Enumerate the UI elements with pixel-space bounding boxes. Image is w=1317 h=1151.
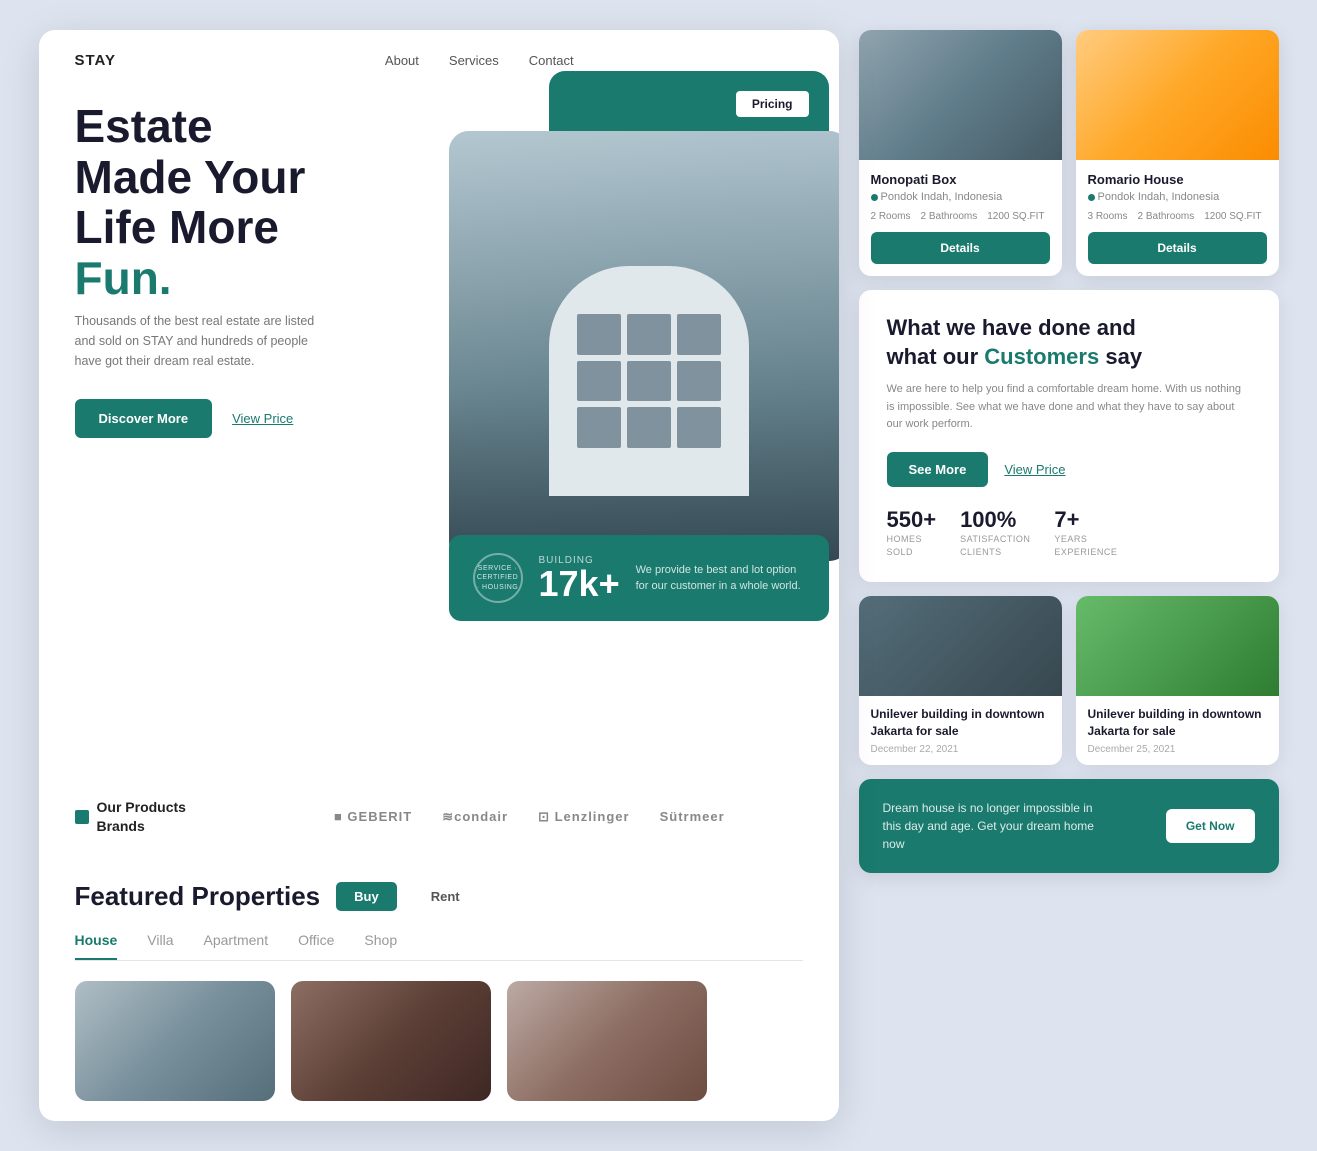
listing-card-romario: Romario House Pondok Indah, Indonesia 3 …	[1076, 30, 1279, 276]
property-card-1	[75, 981, 275, 1101]
property-card-img-3	[507, 981, 707, 1101]
property-card-img-1	[75, 981, 275, 1101]
listing-specs-monopati: 2 Rooms 2 Bathrooms 1200 SQ.FIT	[871, 211, 1050, 222]
stat-satisfaction: 100% SATISFACTIONCLIENTS	[960, 507, 1030, 558]
customers-buttons: See More View Price	[887, 452, 1251, 487]
stat-number-homes: 550+	[887, 507, 937, 533]
news-cards-row: Unilever building in downtown Jakarta fo…	[859, 596, 1279, 765]
listing-card-monopati: Monopati Box Pondok Indah, Indonesia 2 R…	[859, 30, 1062, 276]
news-title-1: Unilever building in downtown Jakarta fo…	[871, 706, 1050, 740]
cta-text: Dream house is no longer impossible in t…	[883, 799, 1103, 853]
news-body-2: Unilever building in downtown Jakarta fo…	[1076, 696, 1279, 765]
hero-buttons: Discover More View Price	[75, 399, 375, 438]
stats-bar: SERVICE · CERTIFIED · HOUSING BUILDING 1…	[449, 535, 829, 621]
listing-specs-romario: 3 Rooms 2 Bathrooms 1200 SQ.FIT	[1088, 211, 1267, 222]
news-img-1	[859, 596, 1062, 696]
nav-about[interactable]: About	[385, 53, 419, 68]
details-button-romario[interactable]: Details	[1088, 232, 1267, 264]
brands-header: Our ProductsBrands ■ GEBERIT ≋condair ⊡ …	[75, 798, 803, 834]
featured-header: Featured Properties Buy Rent	[75, 881, 803, 912]
nav-logo: STAY	[75, 52, 117, 69]
news-body-1: Unilever building in downtown Jakarta fo…	[859, 696, 1062, 765]
rent-tab-button[interactable]: Rent	[413, 882, 478, 911]
stats-badge: SERVICE · CERTIFIED · HOUSING	[473, 553, 523, 603]
get-now-button[interactable]: Get Now	[1166, 809, 1255, 843]
brand-geberit: ■ GEBERIT	[334, 809, 412, 824]
nav-links: About Services Contact	[156, 53, 802, 68]
listing-location-monopati: Pondok Indah, Indonesia	[871, 191, 1050, 203]
listing-body-romario: Romario House Pondok Indah, Indonesia 3 …	[1076, 160, 1279, 276]
property-card-2	[291, 981, 491, 1101]
view-price-button[interactable]: View Price	[1004, 462, 1065, 477]
nav-contact[interactable]: Contact	[529, 53, 574, 68]
cat-apartment[interactable]: Apartment	[204, 932, 269, 960]
brand-siltrmeer: Sütrmeer	[660, 809, 725, 824]
hero-image-block: Pricing	[409, 71, 839, 631]
stats-desc: We provide te best and lot option for ou…	[636, 562, 805, 595]
featured-title: Featured Properties	[75, 881, 321, 912]
stats-number-block: BUILDING 17k+	[539, 555, 620, 602]
stat-number-satisfaction: 100%	[960, 507, 1030, 533]
news-img-2	[1076, 596, 1279, 696]
listing-body-monopati: Monopati Box Pondok Indah, Indonesia 2 R…	[859, 160, 1062, 276]
buy-tab-button[interactable]: Buy	[336, 882, 397, 911]
right-panel: Monopati Box Pondok Indah, Indonesia 2 R…	[859, 30, 1279, 1121]
featured-section: Featured Properties Buy Rent House Villa…	[39, 871, 839, 1121]
location-dot-2	[1088, 194, 1095, 201]
customers-stats-row: 550+ HOMESSOLD 100% SATISFACTIONCLIENTS …	[887, 507, 1251, 558]
listing-name-romario: Romario House	[1088, 172, 1267, 187]
cat-office[interactable]: Office	[298, 932, 334, 960]
pricing-badge: Pricing	[736, 91, 809, 117]
brands-section: Our ProductsBrands ■ GEBERIT ≋condair ⊡ …	[39, 788, 839, 870]
stats-badge-text: SERVICE · CERTIFIED · HOUSING	[475, 564, 521, 591]
stat-label-experience: YEARSEXPERIENCE	[1054, 533, 1117, 558]
brands-title: Our ProductsBrands	[97, 798, 186, 834]
brand-lenzlinger: ⊡ Lenzlinger	[538, 809, 630, 825]
news-date-1: December 22, 2021	[871, 744, 1050, 755]
stat-homes-sold: 550+ HOMESSOLD	[887, 507, 937, 558]
top-listing-cards-row: Monopati Box Pondok Indah, Indonesia 2 R…	[859, 30, 1279, 276]
customers-desc: We are here to help you find a comfortab…	[887, 381, 1251, 434]
news-date-2: December 25, 2021	[1088, 744, 1267, 755]
stat-label-homes: HOMESSOLD	[887, 533, 937, 558]
stats-number: 17k+	[539, 566, 620, 602]
news-title-2: Unilever building in downtown Jakarta fo…	[1088, 706, 1267, 740]
property-card-img-2	[291, 981, 491, 1101]
stat-label-satisfaction: SATISFACTIONCLIENTS	[960, 533, 1030, 558]
brands-logos: ■ GEBERIT ≋condair ⊡ Lenzlinger Sütrmeer	[334, 809, 725, 825]
news-card-2: Unilever building in downtown Jakarta fo…	[1076, 596, 1279, 765]
category-tabs: House Villa Apartment Office Shop	[75, 932, 803, 961]
customers-title: What we have done and what our Customers…	[887, 314, 1251, 371]
see-more-button[interactable]: See More	[887, 452, 989, 487]
building-image	[449, 131, 839, 561]
brand-condair: ≋condair	[442, 809, 508, 825]
cat-villa[interactable]: Villa	[147, 932, 173, 960]
location-dot	[871, 194, 878, 201]
brands-accent-box	[75, 810, 89, 824]
property-card-3	[507, 981, 707, 1101]
customers-section: What we have done and what our Customers…	[859, 290, 1279, 582]
details-button-monopati[interactable]: Details	[871, 232, 1050, 264]
hero-title: Estate Made Your Life More Fun.	[75, 101, 375, 303]
stat-experience: 7+ YEARSEXPERIENCE	[1054, 507, 1117, 558]
listing-img-monopati	[859, 30, 1062, 160]
listing-img-romario	[1076, 30, 1279, 160]
main-website-panel: STAY About Services Contact Estate Made …	[39, 30, 839, 1121]
stat-number-experience: 7+	[1054, 507, 1117, 533]
cta-card: Dream house is no longer impossible in t…	[859, 779, 1279, 873]
cat-house[interactable]: House	[75, 932, 118, 960]
listing-location-romario: Pondok Indah, Indonesia	[1088, 191, 1267, 203]
hero-section: Estate Made Your Life More Fun. Thousand…	[39, 91, 839, 508]
news-card-1: Unilever building in downtown Jakarta fo…	[859, 596, 1062, 765]
listing-name-monopati: Monopati Box	[871, 172, 1050, 187]
building-shape	[519, 196, 779, 496]
cat-shop[interactable]: Shop	[364, 932, 397, 960]
hero-subtitle: Thousands of the best real estate are li…	[75, 311, 335, 371]
discover-more-button[interactable]: Discover More	[75, 399, 213, 438]
property-cards-row	[75, 981, 803, 1101]
nav-services[interactable]: Services	[449, 53, 499, 68]
view-price-link[interactable]: View Price	[232, 411, 293, 426]
